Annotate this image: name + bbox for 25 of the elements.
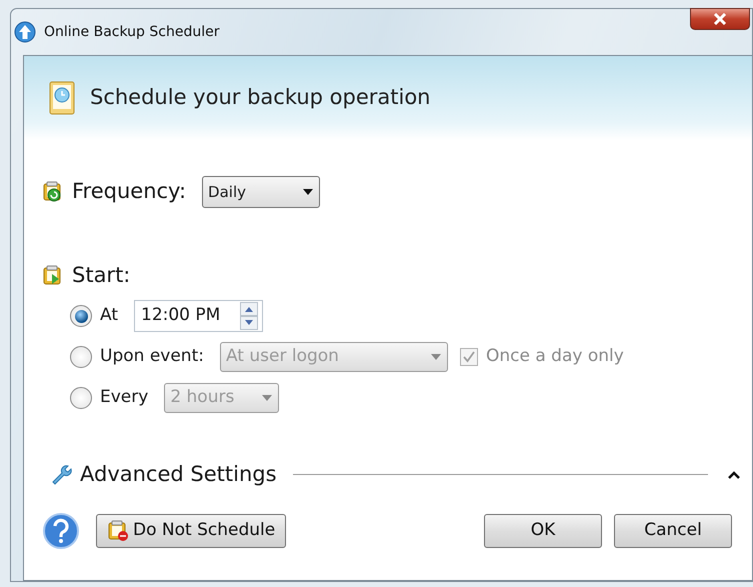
- option-label: At: [100, 304, 118, 328]
- caret-icon: [262, 395, 272, 401]
- dialog-heading: Schedule your backup operation: [90, 84, 430, 112]
- caret-icon: [303, 189, 314, 195]
- frequency-dropdown[interactable]: Daily: [202, 176, 320, 208]
- wrench-icon: [50, 463, 72, 486]
- spinner-arrows-icon[interactable]: [240, 302, 258, 330]
- window-title: Online Backup Scheduler: [44, 22, 220, 42]
- close-icon: [713, 13, 727, 25]
- ok-button[interactable]: OK: [484, 514, 602, 548]
- do-not-schedule-button[interactable]: Do Not Schedule: [96, 514, 286, 548]
- radio-button[interactable]: [70, 305, 92, 327]
- field-label: Start:: [72, 262, 130, 289]
- checkbox-label: Once a day only: [486, 345, 624, 368]
- close-button[interactable]: [690, 8, 750, 30]
- cancel-button[interactable]: Cancel: [614, 514, 732, 548]
- time-field[interactable]: 12:00 PM: [134, 300, 264, 332]
- field-label: Frequency:: [72, 178, 186, 206]
- option-label: Every: [100, 386, 148, 410]
- clipboard-stop-icon: [107, 520, 129, 542]
- section-title: Advanced Settings: [80, 460, 277, 488]
- help-icon[interactable]: [42, 512, 80, 550]
- check-icon: [462, 351, 476, 363]
- caret-icon: [430, 354, 441, 360]
- option-label: Upon event:: [100, 345, 204, 368]
